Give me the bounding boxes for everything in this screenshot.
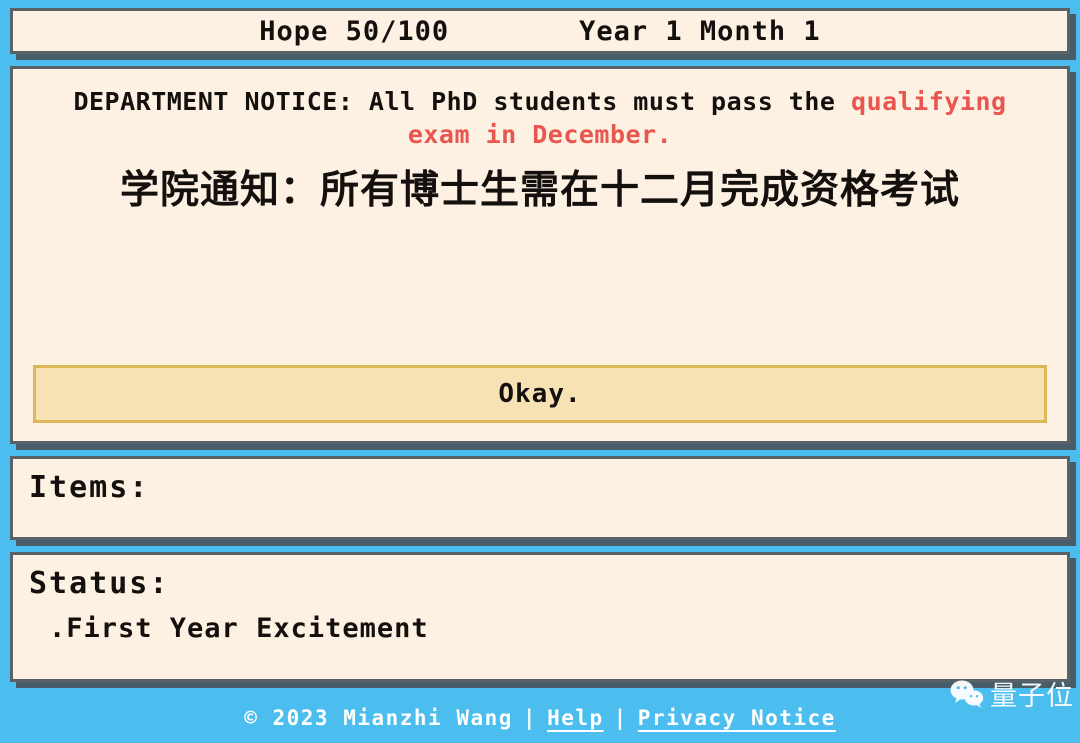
copyright-text: © 2023 Mianzhi Wang (244, 705, 513, 730)
items-title: Items: (29, 470, 150, 505)
event-text-english-prefix: DEPARTMENT NOTICE: All PhD students must… (73, 87, 852, 116)
event-text-body: DEPARTMENT NOTICE: All PhD students must… (31, 85, 1049, 365)
footer: © 2023 Mianzhi Wang | Help | Privacy Not… (10, 680, 1073, 743)
status-panel: Status: .First Year Excitement (10, 552, 1070, 682)
hope-meter: Hope 50/100 (259, 15, 450, 47)
wechat-icon (950, 679, 984, 709)
privacy-notice-link[interactable]: Privacy Notice (638, 706, 836, 730)
okay-button-label: Okay. (498, 379, 582, 409)
okay-button[interactable]: Okay. (33, 365, 1047, 423)
event-text-english: DEPARTMENT NOTICE: All PhD students must… (31, 85, 1049, 151)
help-link[interactable]: Help (547, 706, 604, 730)
status-bar: Hope 50/100 Year 1 Month 1 (10, 8, 1070, 54)
footer-separator-2: | (613, 705, 628, 730)
footer-separator-1: | (522, 705, 538, 730)
event-dialog-panel: DEPARTMENT NOTICE: All PhD students must… (10, 66, 1070, 444)
status-list: .First Year Excitement (29, 611, 1051, 646)
list-item: .First Year Excitement (49, 612, 429, 644)
event-text-chinese: 学院通知：所有博士生需在十二月完成资格考试 (119, 168, 960, 213)
items-panel: Items: (10, 456, 1070, 540)
status-title: Status: (29, 566, 170, 601)
date-display: Year 1 Month 1 (579, 15, 821, 47)
